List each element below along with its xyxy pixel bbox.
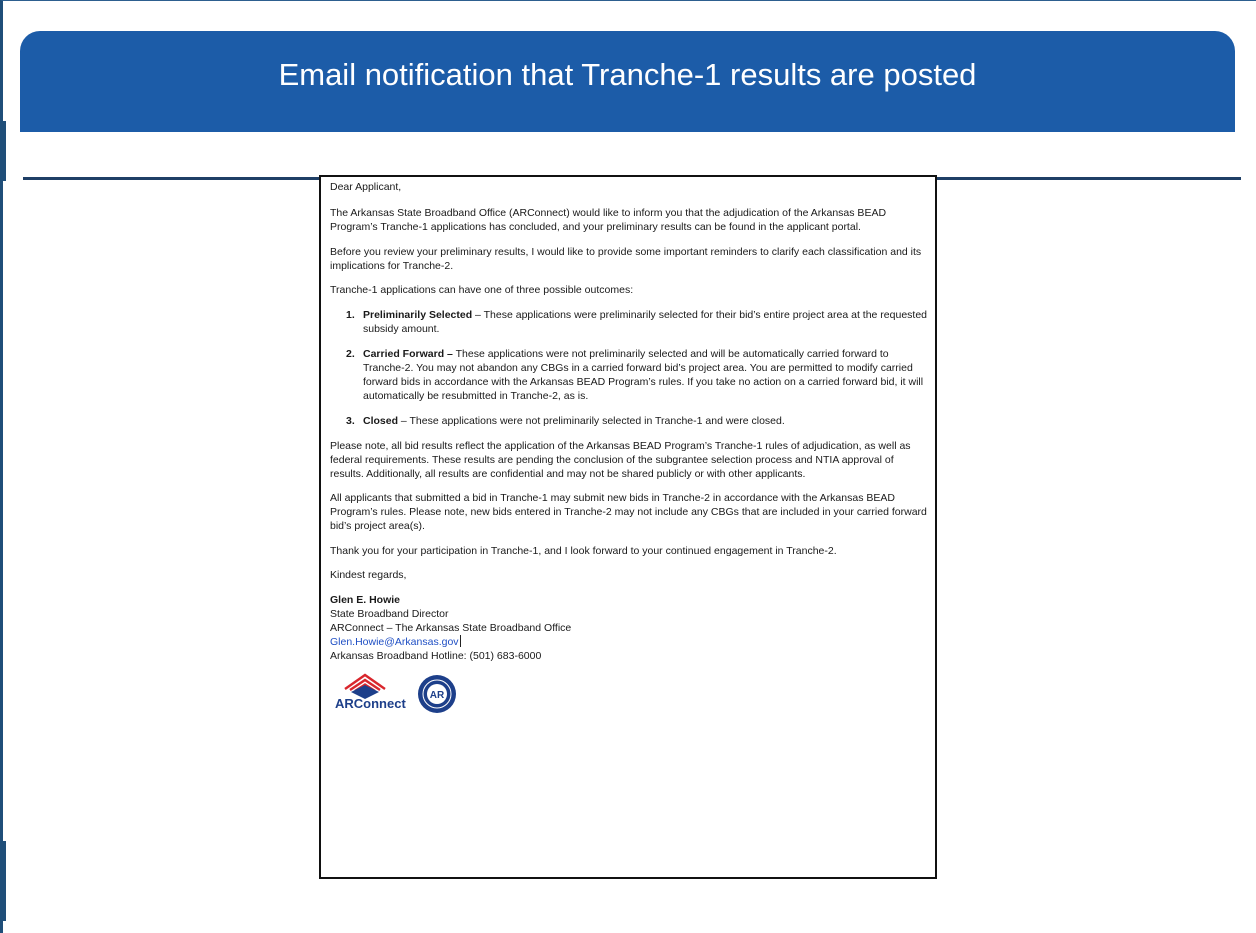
text-cursor [459,634,461,647]
email-paragraph-thanks: Thank you for your participation in Tran… [330,544,837,557]
signature-organization: ARConnect – The Arkansas State Broadband… [330,621,572,634]
outcome-number: 3. [346,414,355,427]
logo-row: ARConnect AR [333,671,929,716]
outcome-body: Preliminarily Selected – These applicati… [363,308,929,336]
slide: Email notification that Tranche-1 result… [0,0,1256,933]
outcome-number: 1. [346,308,355,321]
seal-letters: AR [430,690,445,701]
outcome-body: Closed – These applications were not pre… [363,414,929,428]
signature-title: State Broadband Director [330,607,449,620]
email-paragraph-outcomes-intro: Tranche-1 applications can have one of t… [330,284,634,296]
email-paragraph-note: Please note, all bid results reflect the… [330,439,911,480]
outcome-term: Closed [363,414,399,427]
email-closing: Kindest regards, [330,569,407,581]
signature-hotline: Arkansas Broadband Hotline: (501) 683-60… [330,649,542,662]
outcome-term: Preliminarily Selected [363,308,473,321]
arconnect-logo: ARConnect [333,671,411,716]
slide-title: Email notification that Tranche-1 result… [278,56,977,92]
email-screenshot: Dear Applicant, The Arkansas State Broad… [319,175,937,879]
arkansas-seal-icon: AR [418,674,456,713]
outcome-body: Carried Forward – These applications wer… [363,347,929,403]
arconnect-wordmark: ARConnect [335,695,406,711]
outcome-item: 2. Carried Forward – These applications … [346,347,929,403]
email-paragraph-reminders: Before you review your preliminary resul… [330,245,922,272]
email-paragraph-new-bids: All applicants that submitted a bid in T… [330,492,927,532]
left-edge-mark-bottom [3,841,6,921]
email-paragraph-intro: The Arkansas State Broadband Office (ARC… [330,207,887,233]
outcome-text: – These applications were not preliminar… [398,414,785,427]
outcome-item: 1. Preliminarily Selected – These applic… [346,308,929,336]
outcome-term: Carried Forward – [363,347,453,360]
state-seal-logo: AR [417,674,457,714]
outcome-item: 3. Closed – These applications were not … [346,414,929,428]
signature-email-link[interactable]: Glen.Howie@Arkansas.gov [330,636,459,648]
outcomes-list: 1. Preliminarily Selected – These applic… [330,308,929,428]
title-banner: Email notification that Tranche-1 result… [20,31,1235,132]
left-edge-mark-top [3,121,6,181]
signature-email-line: Glen.Howie@Arkansas.gov [330,634,929,649]
email-greeting: Dear Applicant, [330,181,402,193]
signature-name: Glen E. Howie [330,593,401,606]
outcome-number: 2. [346,347,355,360]
